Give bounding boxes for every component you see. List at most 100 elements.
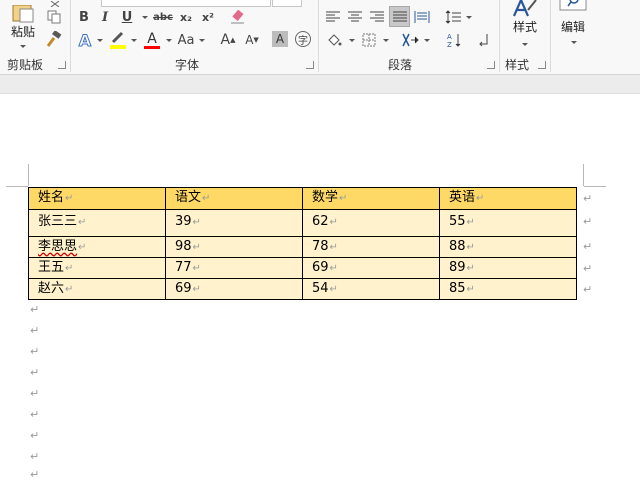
justify-button[interactable] <box>389 6 410 27</box>
align-right-button[interactable] <box>368 8 386 26</box>
shrink-font-button[interactable]: A ▼ <box>243 30 261 50</box>
highlight-button[interactable] <box>108 30 128 50</box>
align-center-button[interactable] <box>346 8 364 26</box>
editing-label: 编辑 <box>560 20 585 34</box>
cut-icon <box>50 1 60 7</box>
borders-button[interactable] <box>359 30 379 50</box>
font-color-dropdown-arrow[interactable] <box>166 39 172 42</box>
cell-text: 78 <box>312 238 329 254</box>
cell-text: 62 <box>312 214 329 229</box>
line-spacing-dropdown-arrow[interactable] <box>466 16 472 19</box>
cell-end-mark: ↵ <box>65 262 74 274</box>
editing-button[interactable]: 编辑 <box>554 0 592 44</box>
scores-table[interactable]: 姓名↵ 语文↵ 数学↵ 英语↵ 张三三↵ 39↵ 62↵ 55↵ 李思思↵ 98… <box>28 187 577 300</box>
sort-button[interactable]: AZ <box>444 30 464 50</box>
cell-text: 88 <box>449 238 466 254</box>
font-color-button[interactable]: A <box>142 30 162 50</box>
font-name-box[interactable] <box>101 0 271 7</box>
table-cell[interactable]: 69↵ <box>302 257 440 279</box>
styles-dialog-launcher[interactable] <box>538 61 546 69</box>
enclose-characters-label: 字 <box>295 31 311 47</box>
character-shading-button[interactable]: A <box>272 31 288 47</box>
text-effects-button[interactable]: A <box>76 30 94 50</box>
cell-end-mark: ↵ <box>192 283 201 295</box>
chinese-layout-dropdown-arrow[interactable] <box>424 39 430 42</box>
table-cell[interactable]: 88↵ <box>439 236 577 258</box>
format-painter-icon <box>46 31 62 47</box>
character-shading-label: A <box>275 32 285 46</box>
cell-text: 89 <box>449 259 466 275</box>
paste-dropdown-arrow[interactable] <box>20 45 26 48</box>
table-cell[interactable]: 王五↵ <box>28 257 166 279</box>
paragraph-mark: ↵ <box>30 366 40 379</box>
editing-dropdown-arrow[interactable] <box>571 41 577 44</box>
table-header-cell[interactable]: 数学↵ <box>302 187 440 210</box>
underline-button[interactable]: U <box>119 8 135 26</box>
cell-text: 69 <box>312 259 329 275</box>
copy-button[interactable] <box>45 9 63 25</box>
superscript-button[interactable]: x² <box>199 8 217 26</box>
styles-button[interactable]: 样式 <box>506 0 544 46</box>
cell-text: 数学 <box>312 190 339 205</box>
table-cell[interactable]: 69↵ <box>165 278 303 300</box>
table-header-cell[interactable]: 语文↵ <box>165 187 303 210</box>
clipboard-dialog-launcher[interactable] <box>58 61 66 69</box>
table-row: 李思思↵ 98↵ 78↵ 88↵ <box>28 236 577 258</box>
shading-dropdown-arrow[interactable] <box>349 39 355 42</box>
shading-button[interactable] <box>324 30 344 50</box>
highlight-dropdown-arrow[interactable] <box>131 39 137 42</box>
styles-dropdown-arrow[interactable] <box>522 43 528 46</box>
table-header-cell[interactable]: 姓名↵ <box>28 187 166 210</box>
table-cell[interactable]: 62↵ <box>302 209 440 237</box>
paint-bucket-icon <box>328 34 342 46</box>
text-effects-dropdown-arrow[interactable] <box>97 39 103 42</box>
chinese-layout-button[interactable] <box>400 30 420 50</box>
subscript-button[interactable]: x₂ <box>177 8 195 26</box>
paste-button[interactable]: 粘贴 <box>6 0 40 40</box>
enclose-characters-button[interactable]: 字 <box>294 30 312 48</box>
table-cell[interactable]: 98↵ <box>165 236 303 258</box>
format-painter-button[interactable] <box>45 30 63 48</box>
table-cell[interactable]: 李思思↵ <box>28 236 166 258</box>
borders-dropdown-arrow[interactable] <box>383 39 389 42</box>
show-hide-marks-button[interactable] <box>474 30 492 50</box>
cut-button[interactable] <box>46 0 64 8</box>
table-cell[interactable]: 张三三↵ <box>28 209 166 237</box>
underline-dropdown-arrow[interactable] <box>142 16 148 19</box>
cell-end-mark: ↵ <box>329 217 338 228</box>
font-size-box[interactable] <box>272 0 302 7</box>
cell-end-mark: ↵ <box>202 193 211 204</box>
change-case-button[interactable]: Aa <box>175 30 197 50</box>
change-case-dropdown-arrow[interactable] <box>199 39 205 42</box>
grow-font-button[interactable]: A ▲ <box>219 30 237 50</box>
cell-text: 张三三 <box>38 214 78 229</box>
font-color-swatch <box>144 45 160 49</box>
table-cell[interactable]: 85↵ <box>439 278 577 300</box>
table-cell[interactable]: 39↵ <box>165 209 303 237</box>
crop-mark <box>28 164 29 186</box>
row-end-mark: ↵ <box>583 240 593 253</box>
cell-text: 语文 <box>175 190 202 205</box>
table-cell[interactable]: 赵六↵ <box>28 278 166 300</box>
paragraph-dialog-launcher[interactable] <box>487 61 495 69</box>
bold-button[interactable]: B <box>76 8 92 26</box>
font-dialog-launcher[interactable] <box>306 61 314 69</box>
crop-mark <box>583 164 584 186</box>
table-cell[interactable]: 89↵ <box>439 257 577 279</box>
sort-icon: AZ <box>447 33 461 48</box>
table-cell[interactable]: 55↵ <box>439 209 577 237</box>
table-header-cell[interactable]: 英语↵ <box>439 187 577 210</box>
table-cell[interactable]: 77↵ <box>165 257 303 279</box>
paragraph-mark: ↵ <box>30 387 40 400</box>
paragraph-mark: ↵ <box>30 429 40 442</box>
paragraph-mark: ↵ <box>30 345 40 358</box>
clear-formatting-button[interactable] <box>229 8 247 26</box>
table-cell[interactable]: 54↵ <box>302 278 440 300</box>
italic-button[interactable]: I <box>97 8 113 26</box>
strikethrough-button[interactable]: abc <box>152 8 174 26</box>
table-cell[interactable]: 78↵ <box>302 236 440 258</box>
line-spacing-button[interactable] <box>443 8 463 26</box>
grow-font-label: A <box>220 32 231 48</box>
distributed-button[interactable] <box>412 8 432 26</box>
align-left-button[interactable] <box>324 8 342 26</box>
